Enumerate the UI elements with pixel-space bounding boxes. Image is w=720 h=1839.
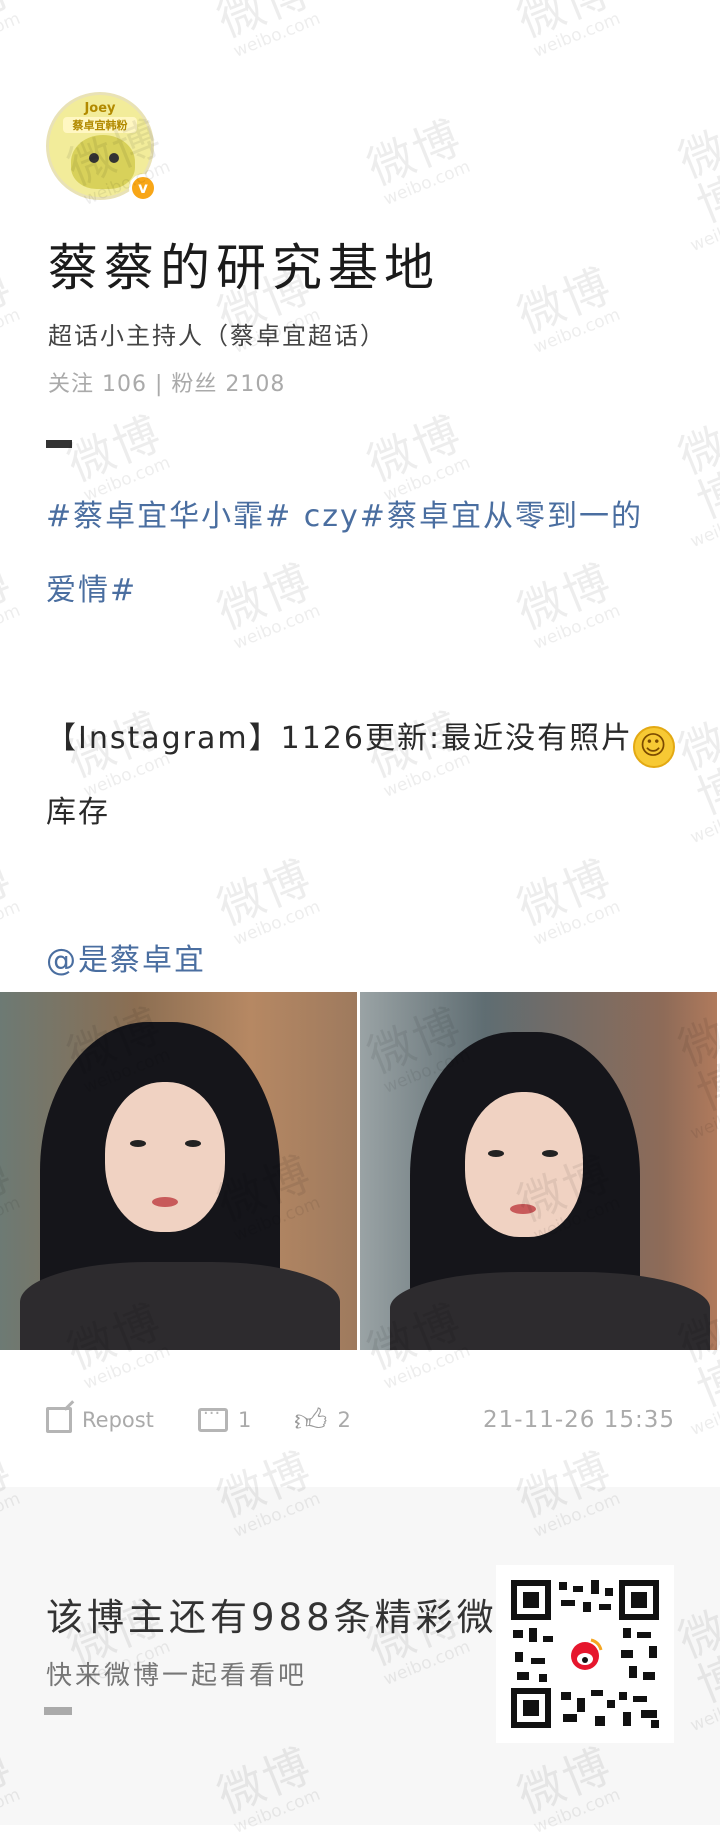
post-text: 【Instagram】1126更新:最近没有照片 <box>46 721 634 756</box>
post-text-line: 库存 <box>46 795 110 830</box>
photo-subject-eye <box>185 1140 201 1147</box>
comment-icon <box>198 1403 228 1432</box>
watermark: 微博weibo.com <box>510 257 625 358</box>
watermark-text: 微博 <box>360 109 470 196</box>
watermark-text: 微博 <box>671 120 720 233</box>
photo-subject-eye <box>130 1140 146 1147</box>
watermark-text: 微博 <box>0 0 20 48</box>
watermark-domain: weibo.com <box>0 304 24 358</box>
watermark-domain: weibo.com <box>380 156 474 210</box>
comment-count: 1 <box>238 1408 252 1432</box>
repost-icon <box>46 1407 72 1433</box>
like-button[interactable]: 👍︎ 2 <box>294 1390 351 1450</box>
watermark-text: 微博 <box>360 405 470 492</box>
repost-label: Repost <box>82 1408 154 1432</box>
grinning-face-icon: ☺ <box>633 726 676 768</box>
like-count: 2 <box>337 1408 351 1432</box>
avatar-banner-text: 蔡卓宜韩粉 <box>63 117 137 133</box>
follow-stats: 关注 106 | 粉丝 2108 <box>48 372 286 397</box>
avatar-mascot <box>71 135 135 189</box>
watermark: 微博weibo.com <box>510 0 625 62</box>
thumbs-up-icon: 👍︎ <box>294 1401 328 1439</box>
photo-subject-eye <box>542 1150 558 1157</box>
watermark-domain: weibo.com <box>530 304 624 358</box>
watermark-text: 微博 <box>0 849 20 936</box>
avatar-text: Joey <box>84 101 116 116</box>
post-body: #蔡卓宜华小霏# czy#蔡卓宜从零到一的 爱情# 【Instagram】112… <box>46 480 676 998</box>
avatar-eye-left <box>89 153 99 163</box>
post-actions: Repost 1 👍︎ 2 21-11-26 15:35 <box>0 1390 720 1450</box>
section-divider <box>46 440 72 448</box>
post-timestamp: 21-11-26 15:35 <box>483 1407 675 1433</box>
photo-subject-face <box>465 1092 583 1237</box>
photo-subject-lips <box>510 1204 536 1214</box>
photo-subject-lips <box>152 1197 178 1207</box>
watermark-domain: weibo.com <box>0 8 24 62</box>
watermark-text: 微博 <box>510 0 620 48</box>
watermark: 微博weibo.com <box>210 0 325 62</box>
footer-title: 该博主还有988条精彩微博 <box>46 1596 539 1639</box>
watermark-domain: weibo.com <box>687 499 720 552</box>
watermark-domain: weibo.com <box>530 8 624 62</box>
watermark-domain: weibo.com <box>687 795 720 848</box>
watermark-text: 微博 <box>510 257 620 344</box>
photo-grid <box>0 992 720 1350</box>
comment-button[interactable]: 1 <box>198 1390 251 1450</box>
footer-card: 该博主还有988条精彩微博 快来微博一起看看吧 <box>0 1487 720 1825</box>
avatar-eye-right <box>109 153 119 163</box>
watermark-domain: weibo.com <box>687 203 720 256</box>
footer-divider <box>44 1707 72 1715</box>
watermark-domain: weibo.com <box>0 600 24 654</box>
watermark: 微博weibo.com <box>0 257 25 358</box>
verified-badge-icon: v <box>129 174 157 202</box>
mention-link[interactable]: @是蔡卓宜 <box>46 924 676 998</box>
account-name[interactable]: 蔡蔡的研究基地 <box>48 228 440 300</box>
watermark-text: 微博 <box>0 257 20 344</box>
watermark-text: 微博 <box>60 405 170 492</box>
hashtag-line[interactable]: #蔡卓宜华小霏# czy#蔡卓宜从零到一的 <box>46 480 676 554</box>
watermark: 微博weibo.com <box>0 849 25 950</box>
qr-code-icon <box>511 1580 659 1728</box>
photo-subject-shirt <box>390 1272 710 1350</box>
watermark: 微博weibo.com <box>0 553 25 654</box>
qr-code[interactable] <box>496 1565 674 1743</box>
watermark-text: 微博 <box>0 553 20 640</box>
watermark: 微博weibo.com <box>652 115 720 256</box>
watermark: 微博weibo.com <box>0 0 25 62</box>
watermark-text: 微博 <box>210 0 320 48</box>
account-role: 超话小主持人（蔡卓宜超话） <box>48 322 386 350</box>
photo-subject-face <box>105 1082 225 1232</box>
post-text-line: 【Instagram】1126更新:最近没有照片 ☺ <box>46 702 676 776</box>
photo-2[interactable] <box>360 992 717 1350</box>
watermark-domain: weibo.com <box>230 8 324 62</box>
photo-subject-eye <box>488 1150 504 1157</box>
photo-subject-shirt <box>20 1262 340 1350</box>
photo-1[interactable] <box>0 992 357 1350</box>
watermark: 微博weibo.com <box>360 109 475 210</box>
repost-button[interactable]: Repost <box>46 1390 154 1450</box>
watermark-domain: weibo.com <box>0 896 24 950</box>
hashtag-line[interactable]: 爱情# <box>46 554 676 628</box>
footer-subtitle: 快来微博一起看看吧 <box>46 1661 308 1691</box>
